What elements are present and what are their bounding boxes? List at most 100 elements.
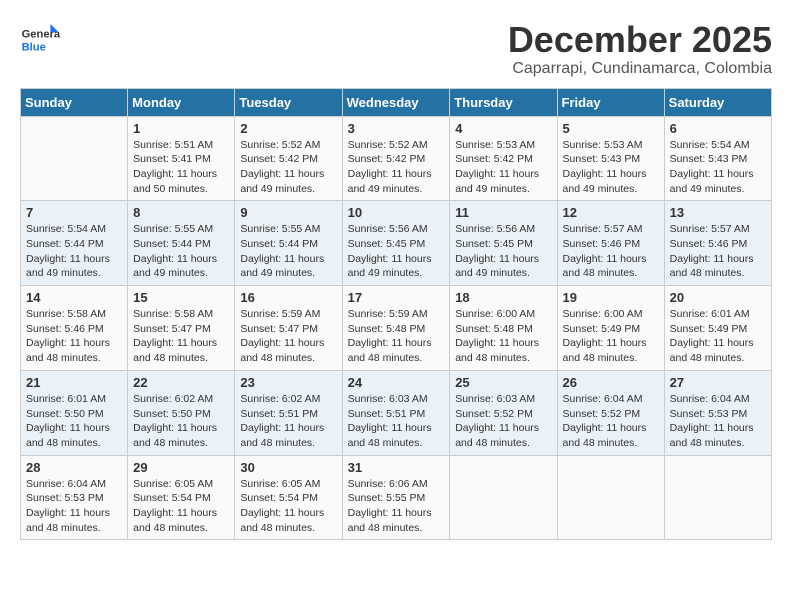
day-number: 23 — [240, 375, 336, 390]
day-info: Sunrise: 6:04 AMSunset: 5:52 PMDaylight:… — [563, 392, 659, 451]
day-number: 19 — [563, 290, 659, 305]
calendar-cell: 25 Sunrise: 6:03 AMSunset: 5:52 PMDayligh… — [450, 370, 557, 455]
calendar-cell: 27 Sunrise: 6:04 AMSunset: 5:53 PMDayligh… — [664, 370, 771, 455]
calendar-cell: 22 Sunrise: 6:02 AMSunset: 5:50 PMDayligh… — [128, 370, 235, 455]
day-info: Sunrise: 5:51 AMSunset: 5:41 PMDaylight:… — [133, 138, 229, 197]
day-info: Sunrise: 5:55 AMSunset: 5:44 PMDaylight:… — [240, 222, 336, 281]
calendar-cell: 16Sunrise: 5:59 AMSunset: 5:47 PMDayligh… — [235, 286, 342, 371]
day-info: Sunrise: 6:00 AMSunset: 5:49 PMDaylight:… — [563, 307, 659, 366]
day-number: 9 — [240, 205, 336, 220]
day-number: 24 — [348, 375, 445, 390]
day-info: Sunrise: 6:00 AMSunset: 5:48 PMDaylight:… — [455, 307, 551, 366]
calendar-table: SundayMondayTuesdayWednesdayThursdayFrid… — [20, 88, 772, 541]
day-info: Sunrise: 5:58 AMSunset: 5:46 PMDaylight:… — [26, 307, 122, 366]
calendar-cell: 11 Sunrise: 5:56 AMSunset: 5:45 PMDayligh… — [450, 201, 557, 286]
calendar-title: December 2025 — [508, 20, 772, 60]
day-info: Sunrise: 6:02 AMSunset: 5:50 PMDaylight:… — [133, 392, 229, 451]
weekday-header-friday: Friday — [557, 88, 664, 116]
day-number: 16 — [240, 290, 336, 305]
calendar-cell — [21, 116, 128, 201]
calendar-cell: 8 Sunrise: 5:55 AMSunset: 5:44 PMDaylight… — [128, 201, 235, 286]
weekday-header-row: SundayMondayTuesdayWednesdayThursdayFrid… — [21, 88, 772, 116]
calendar-cell: 28 Sunrise: 6:04 AMSunset: 5:53 PMDayligh… — [21, 455, 128, 540]
weekday-header-wednesday: Wednesday — [342, 88, 450, 116]
day-info: Sunrise: 5:59 AMSunset: 5:48 PMDaylight:… — [348, 307, 445, 366]
day-number: 3 — [348, 121, 445, 136]
calendar-cell: 7 Sunrise: 5:54 AMSunset: 5:44 PMDaylight… — [21, 201, 128, 286]
day-number: 17 — [348, 290, 445, 305]
day-number: 22 — [133, 375, 229, 390]
day-number: 29 — [133, 460, 229, 475]
weekday-header-tuesday: Tuesday — [235, 88, 342, 116]
day-number: 8 — [133, 205, 229, 220]
calendar-cell: 12 Sunrise: 5:57 AMSunset: 5:46 PMDayligh… — [557, 201, 664, 286]
day-info: Sunrise: 5:55 AMSunset: 5:44 PMDaylight:… — [133, 222, 229, 281]
day-info: Sunrise: 5:57 AMSunset: 5:46 PMDaylight:… — [563, 222, 659, 281]
calendar-cell: 3 Sunrise: 5:52 AMSunset: 5:42 PMDaylight… — [342, 116, 450, 201]
logo: General Blue — [20, 20, 64, 60]
calendar-cell: 4 Sunrise: 5:53 AMSunset: 5:42 PMDaylight… — [450, 116, 557, 201]
calendar-cell: 17 Sunrise: 5:59 AMSunset: 5:48 PMDayligh… — [342, 286, 450, 371]
calendar-cell — [557, 455, 664, 540]
day-number: 4 — [455, 121, 551, 136]
day-info: Sunrise: 6:01 AMSunset: 5:49 PMDaylight:… — [670, 307, 766, 366]
day-info: Sunrise: 5:57 AMSunset: 5:46 PMDaylight:… — [670, 222, 766, 281]
svg-text:Blue: Blue — [22, 41, 46, 53]
day-number: 6 — [670, 121, 766, 136]
calendar-cell: 1 Sunrise: 5:51 AMSunset: 5:41 PMDaylight… — [128, 116, 235, 201]
calendar-cell: 13 Sunrise: 5:57 AMSunset: 5:46 PMDayligh… — [664, 201, 771, 286]
day-number: 26 — [563, 375, 659, 390]
day-info: Sunrise: 5:56 AMSunset: 5:45 PMDaylight:… — [455, 222, 551, 281]
calendar-cell: 9 Sunrise: 5:55 AMSunset: 5:44 PMDaylight… — [235, 201, 342, 286]
day-number: 28 — [26, 460, 122, 475]
day-number: 10 — [348, 205, 445, 220]
day-number: 20 — [670, 290, 766, 305]
day-number: 30 — [240, 460, 336, 475]
title-block: December 2025 Caparrapi, Cundinamarca, C… — [508, 20, 772, 78]
calendar-cell: 29 Sunrise: 6:05 AMSunset: 5:54 PMDayligh… — [128, 455, 235, 540]
day-number: 2 — [240, 121, 336, 136]
day-info: Sunrise: 5:54 AMSunset: 5:43 PMDaylight:… — [670, 138, 766, 197]
calendar-cell: 14 Sunrise: 5:58 AMSunset: 5:46 PMDayligh… — [21, 286, 128, 371]
calendar-cell: 20 Sunrise: 6:01 AMSunset: 5:49 PMDayligh… — [664, 286, 771, 371]
day-info: Sunrise: 5:56 AMSunset: 5:45 PMDaylight:… — [348, 222, 445, 281]
day-number: 15 — [133, 290, 229, 305]
day-info: Sunrise: 6:03 AMSunset: 5:52 PMDaylight:… — [455, 392, 551, 451]
day-info: Sunrise: 6:03 AMSunset: 5:51 PMDaylight:… — [348, 392, 445, 451]
calendar-cell: 15Sunrise: 5:58 AMSunset: 5:47 PMDayligh… — [128, 286, 235, 371]
day-info: Sunrise: 6:05 AMSunset: 5:54 PMDaylight:… — [133, 477, 229, 536]
day-info: Sunrise: 6:01 AMSunset: 5:50 PMDaylight:… — [26, 392, 122, 451]
calendar-cell: 21 Sunrise: 6:01 AMSunset: 5:50 PMDayligh… — [21, 370, 128, 455]
day-info: Sunrise: 6:04 AMSunset: 5:53 PMDaylight:… — [26, 477, 122, 536]
weekday-header-thursday: Thursday — [450, 88, 557, 116]
day-number: 1 — [133, 121, 229, 136]
day-info: Sunrise: 5:54 AMSunset: 5:44 PMDaylight:… — [26, 222, 122, 281]
day-number: 5 — [563, 121, 659, 136]
day-number: 11 — [455, 205, 551, 220]
day-number: 7 — [26, 205, 122, 220]
calendar-cell: 2Sunrise: 5:52 AMSunset: 5:42 PMDaylight… — [235, 116, 342, 201]
day-number: 25 — [455, 375, 551, 390]
day-info: Sunrise: 6:02 AMSunset: 5:51 PMDaylight:… — [240, 392, 336, 451]
day-number: 14 — [26, 290, 122, 305]
day-number: 13 — [670, 205, 766, 220]
calendar-cell — [664, 455, 771, 540]
day-number: 21 — [26, 375, 122, 390]
calendar-cell — [450, 455, 557, 540]
calendar-subtitle: Caparrapi, Cundinamarca, Colombia — [508, 60, 772, 78]
page-header: General Blue December 2025 Caparrapi, Cu… — [20, 20, 772, 78]
calendar-cell: 26 Sunrise: 6:04 AMSunset: 5:52 PMDayligh… — [557, 370, 664, 455]
week-row-2: 7 Sunrise: 5:54 AMSunset: 5:44 PMDaylight… — [21, 201, 772, 286]
day-number: 27 — [670, 375, 766, 390]
weekday-header-monday: Monday — [128, 88, 235, 116]
calendar-cell: 19 Sunrise: 6:00 AMSunset: 5:49 PMDayligh… — [557, 286, 664, 371]
day-info: Sunrise: 6:06 AMSunset: 5:55 PMDaylight:… — [348, 477, 445, 536]
day-number: 12 — [563, 205, 659, 220]
day-info: Sunrise: 5:52 AMSunset: 5:42 PMDaylight:… — [348, 138, 445, 197]
calendar-cell: 10 Sunrise: 5:56 AMSunset: 5:45 PMDayligh… — [342, 201, 450, 286]
week-row-5: 28 Sunrise: 6:04 AMSunset: 5:53 PMDayligh… — [21, 455, 772, 540]
day-info: Sunrise: 5:53 AMSunset: 5:42 PMDaylight:… — [455, 138, 551, 197]
weekday-header-sunday: Sunday — [21, 88, 128, 116]
day-info: Sunrise: 6:04 AMSunset: 5:53 PMDaylight:… — [670, 392, 766, 451]
weekday-header-saturday: Saturday — [664, 88, 771, 116]
